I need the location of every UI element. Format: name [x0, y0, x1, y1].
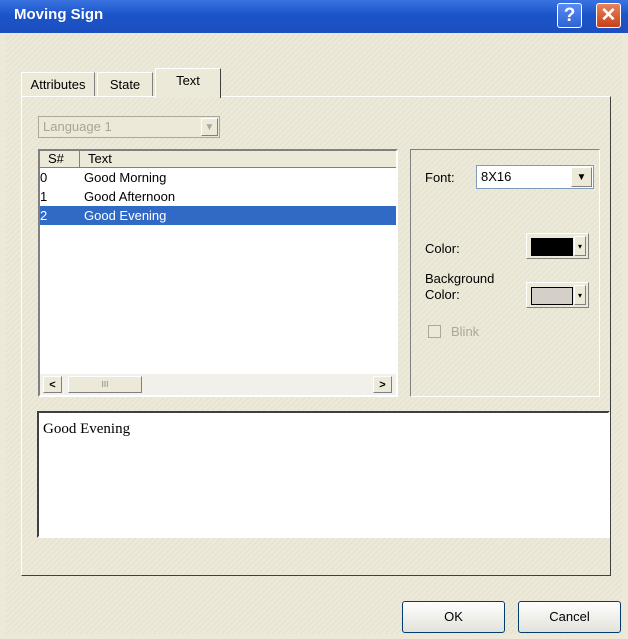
tab-attributes[interactable]: Attributes [21, 72, 95, 96]
scroll-right-button[interactable]: > [373, 376, 392, 393]
close-icon: ✕ [600, 5, 617, 26]
text-edit-value: Good Evening [43, 421, 131, 437]
window-title: Moving Sign [14, 6, 104, 23]
cancel-button[interactable]: Cancel [518, 601, 621, 633]
scroll-left-button[interactable]: < [43, 376, 62, 393]
chevron-down-icon: ▼ [571, 167, 592, 187]
column-header-sno[interactable]: S# [40, 151, 80, 168]
ok-button[interactable]: OK [402, 601, 505, 633]
title-bar: Moving Sign ? ✕ [0, 0, 628, 33]
chevron-left-icon: < [49, 378, 56, 391]
chevron-right-icon: > [379, 378, 386, 391]
color-label: Color: [425, 241, 460, 256]
close-button[interactable]: ✕ [596, 3, 621, 28]
list-row-2[interactable]: 2 Good Evening [40, 206, 396, 225]
font-select[interactable]: 8X16 ▼ [476, 165, 594, 189]
background-color-swatch [531, 287, 573, 305]
blink-checkbox[interactable] [428, 325, 441, 338]
chevron-down-icon[interactable]: ▾ [574, 236, 586, 256]
list-row-0[interactable]: 0 Good Morning [40, 168, 396, 187]
help-button[interactable]: ? [557, 3, 582, 28]
scroll-thumb[interactable]: III [68, 376, 142, 393]
row-sno: 1 [40, 189, 48, 204]
tab-text[interactable]: Text [155, 68, 221, 98]
horizontal-scrollbar[interactable]: < III > [40, 373, 396, 395]
tab-state[interactable]: State [97, 72, 153, 96]
row-sno: 0 [40, 170, 48, 185]
font-label: Font: [425, 170, 455, 185]
row-text: Good Morning [84, 170, 167, 185]
text-edit-area[interactable]: Good Evening [37, 411, 610, 538]
help-icon: ? [563, 4, 576, 26]
row-sno: 2 [40, 208, 48, 223]
chevron-down-icon[interactable]: ▾ [574, 285, 586, 305]
language-select[interactable]: Language 1 ▼ [38, 116, 220, 138]
background-color-picker[interactable]: ▾ [526, 282, 589, 308]
language-select-value: Language 1 [43, 119, 112, 134]
text-list[interactable]: S# Text 0 Good Morning 1 Good Afternoon … [38, 149, 398, 397]
background-color-label-2: Color: [425, 287, 460, 302]
chevron-down-icon: ▼ [201, 118, 218, 136]
color-picker[interactable]: ▾ [526, 233, 589, 259]
blink-label: Blink [451, 324, 480, 339]
list-header: S# Text [40, 151, 396, 168]
row-text: Good Afternoon [84, 189, 176, 204]
background-color-label: Background [425, 271, 495, 286]
list-row-1[interactable]: 1 Good Afternoon [40, 187, 396, 206]
font-select-value: 8X16 [481, 169, 512, 184]
row-text: Good Evening [84, 208, 167, 223]
color-swatch [531, 238, 573, 256]
column-header-text[interactable]: Text [80, 151, 396, 168]
